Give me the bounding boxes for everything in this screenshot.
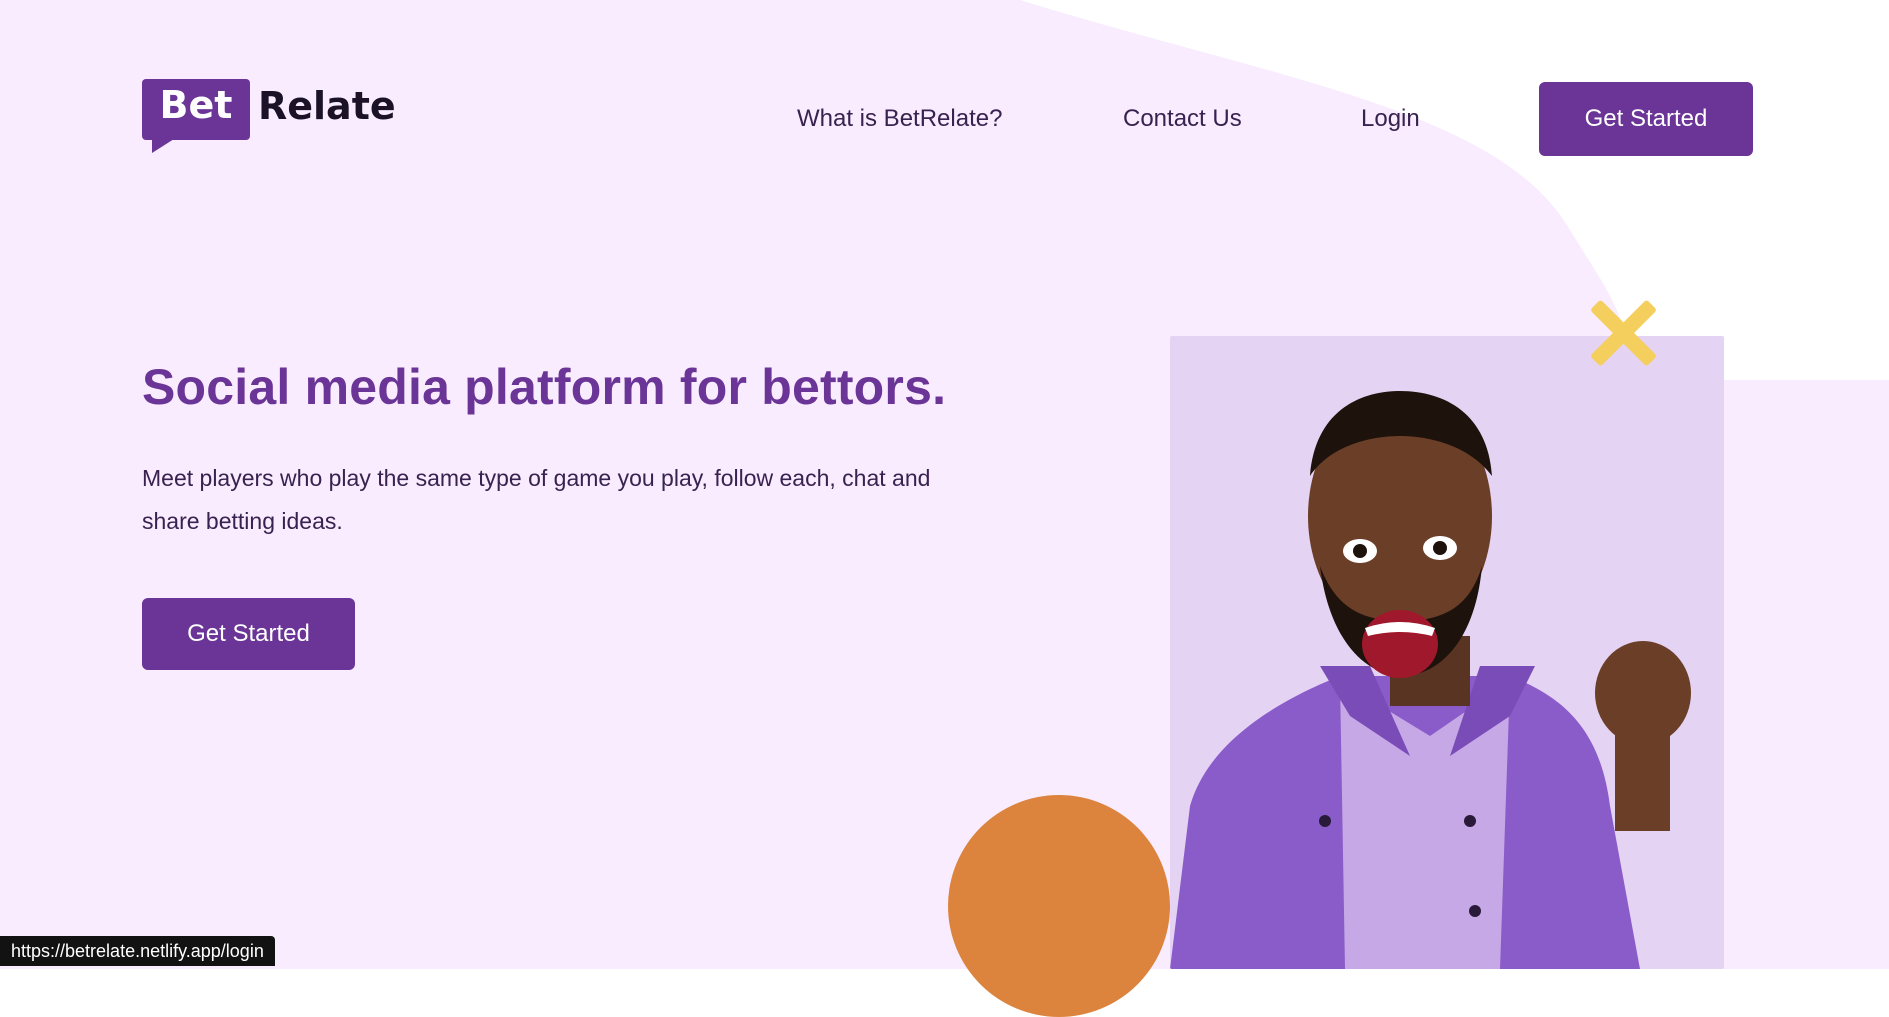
nav-what-is-betrelate[interactable]: What is BetRelate?	[797, 105, 1002, 133]
nav-login[interactable]: Login	[1361, 105, 1420, 133]
hero-get-started-button[interactable]: Get Started	[142, 598, 355, 670]
logo-bet-text: Bet	[159, 83, 233, 127]
hero-photo	[1170, 336, 1724, 969]
speech-bubble-tail-icon	[152, 139, 174, 153]
orange-circle-decoration	[948, 795, 1170, 1017]
excited-man-illustration	[1170, 391, 1691, 969]
hero-title: Social media platform for bettors.	[142, 359, 947, 415]
logo-speech-bubble: Bet	[142, 79, 250, 153]
hero-description: Meet players who play the same type of g…	[142, 465, 931, 534]
nav-contact-us[interactable]: Contact Us	[1123, 105, 1242, 133]
browser-status-url: https://betrelate.netlify.app/login	[0, 936, 275, 966]
logo-relate-text: Relate	[258, 84, 396, 128]
yellow-cross-icon	[1588, 298, 1658, 368]
header-get-started-button[interactable]: Get Started	[1539, 82, 1753, 156]
betrelate-logo[interactable]: Bet Relate	[142, 79, 396, 153]
